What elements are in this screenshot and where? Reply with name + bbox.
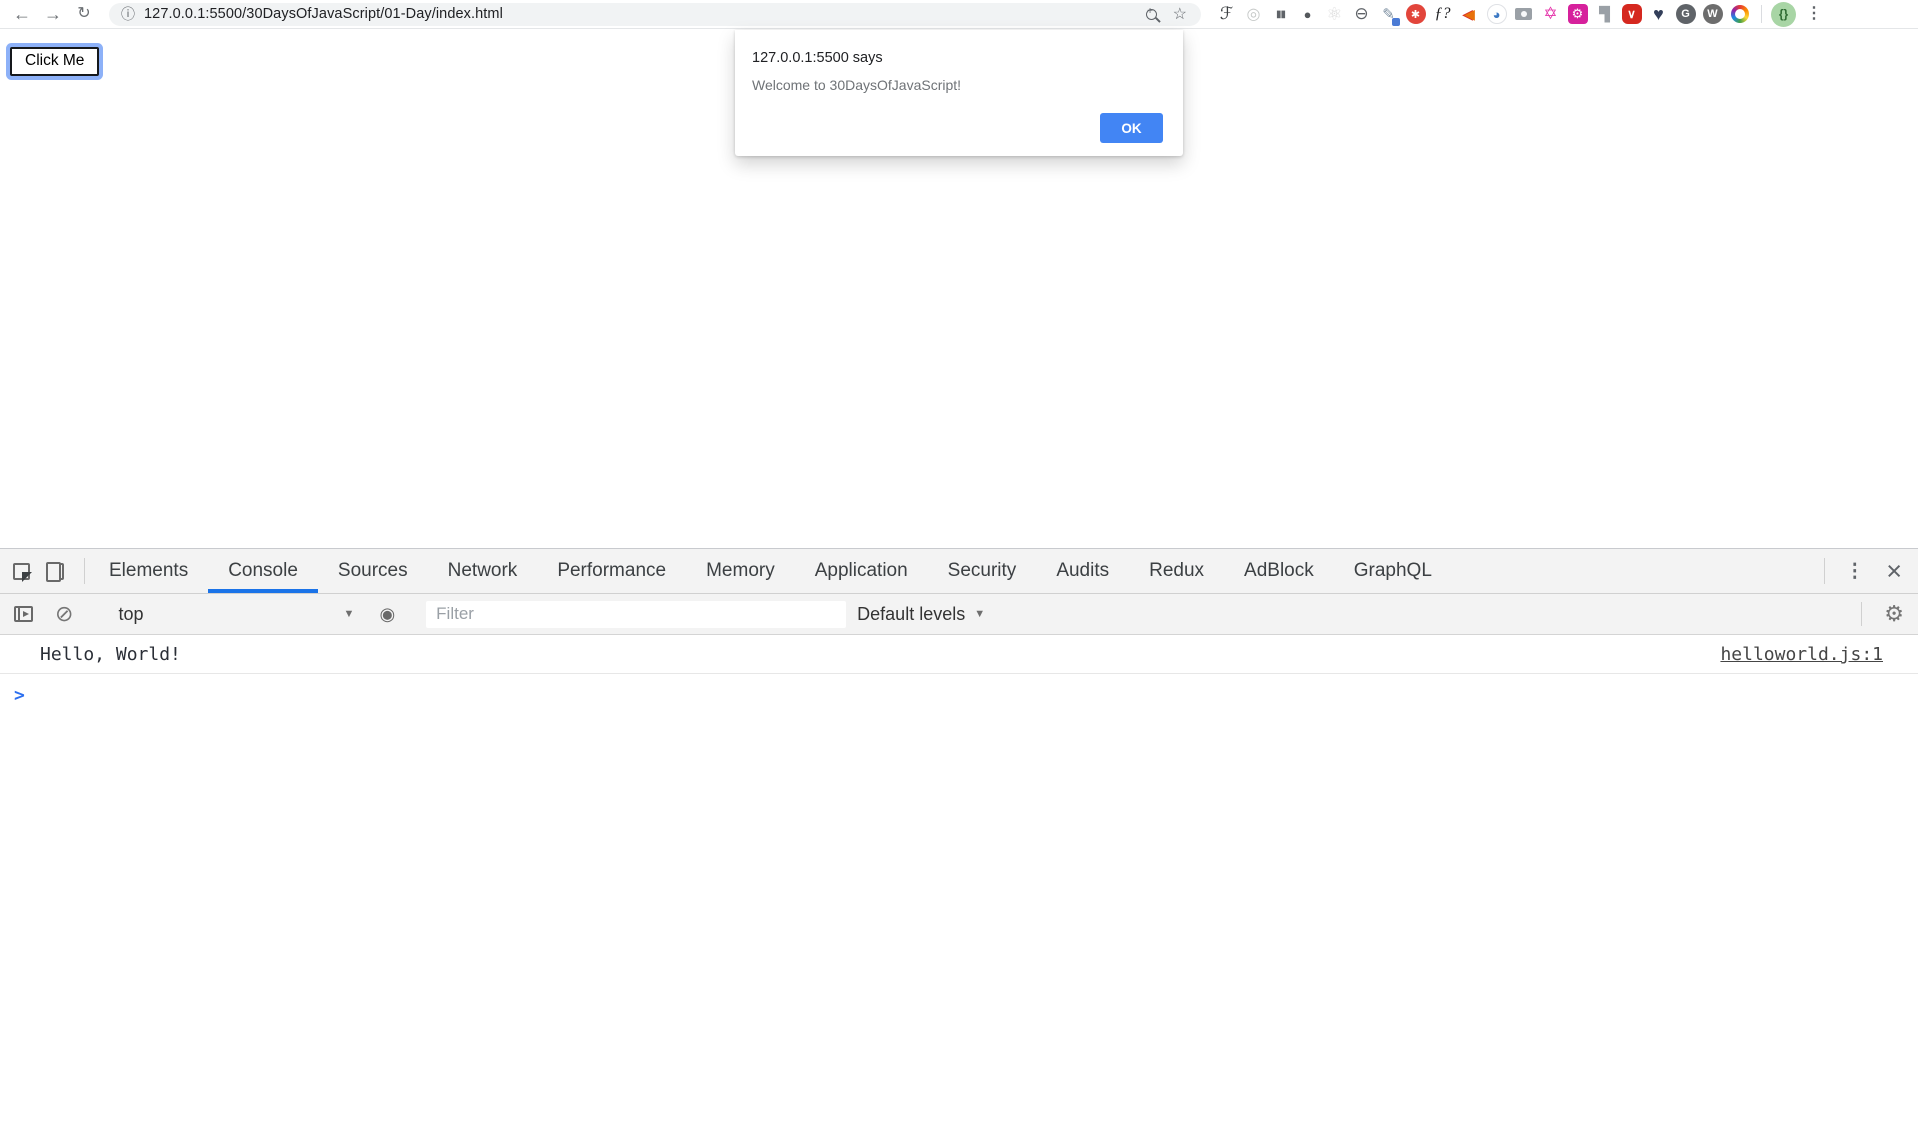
context-selector[interactable]: top ▼ xyxy=(112,604,360,625)
tab-sources[interactable]: Sources xyxy=(318,549,428,593)
context-selector-value: top xyxy=(118,604,143,625)
circled-minus-extension-icon[interactable]: ⊖ xyxy=(1348,1,1375,27)
chevron-down-icon: ▼ xyxy=(344,608,355,620)
camera-extension-icon[interactable] xyxy=(1510,1,1537,27)
tab-memory[interactable]: Memory xyxy=(686,549,795,593)
tabbar-right-divider xyxy=(1824,558,1825,584)
console-source-link[interactable]: helloworld.js:1 xyxy=(1720,644,1883,665)
extensions-row: ℱ ◎ ▮▮ ● ⚛ ⊖ ✎ ✱ ƒ? ◀ ◕ ✡ ⚙ ▜ ∨ ♥ G W xyxy=(1213,1,1753,27)
alert-dialog: 127.0.0.1:5500 says Welcome to 30DaysOfJ… xyxy=(735,30,1183,156)
bookmark-circle-extension-icon[interactable]: ∨ xyxy=(1618,1,1645,27)
log-levels-label: Default levels xyxy=(857,604,965,625)
tab-application[interactable]: Application xyxy=(795,549,928,593)
alert-ok-button[interactable]: OK xyxy=(1100,113,1163,143)
devtools-menu-icon[interactable]: ⋮ xyxy=(1845,560,1864,583)
zoom-indicator-icon[interactable] xyxy=(1146,9,1157,20)
inspect-element-icon[interactable] xyxy=(13,563,30,580)
tab-security[interactable]: Security xyxy=(928,549,1037,593)
tab-elements[interactable]: Elements xyxy=(89,549,208,593)
eyedropper-extension-icon[interactable]: ✎ xyxy=(1375,1,1402,27)
gear-square-extension-icon[interactable]: ⚙ xyxy=(1564,1,1591,27)
forward-icon[interactable]: → xyxy=(41,5,65,23)
console-log-text: Hello, World! xyxy=(40,644,181,665)
prompt-chevron-icon: > xyxy=(14,685,25,706)
address-bar[interactable]: ⓘ 127.0.0.1:5500/30DaysOfJavaScript/01-D… xyxy=(109,3,1201,26)
alert-title: 127.0.0.1:5500 says xyxy=(752,50,1163,66)
graphql-extension-icon[interactable]: ✡ xyxy=(1537,1,1564,27)
tab-network[interactable]: Network xyxy=(428,549,538,593)
console-sidebar-icon[interactable] xyxy=(14,606,33,622)
tab-console[interactable]: Console xyxy=(208,549,318,593)
math-script-f-extension-icon[interactable]: ℱ xyxy=(1213,1,1240,27)
stop-hand-extension-icon[interactable]: ✱ xyxy=(1402,1,1429,27)
tabbar-divider xyxy=(84,558,85,584)
device-toolbar-icon[interactable] xyxy=(52,563,64,580)
site-info-icon[interactable]: ⓘ xyxy=(121,4,135,24)
atom-extension-icon[interactable]: ⚛ xyxy=(1321,1,1348,27)
clear-console-icon[interactable]: ⊘ xyxy=(55,603,73,625)
bug-extension-icon[interactable]: ● xyxy=(1294,1,1321,27)
tab-adblock[interactable]: AdBlock xyxy=(1224,549,1334,593)
alert-message: Welcome to 30DaysOfJavaScript! xyxy=(752,77,1163,93)
click-me-button[interactable]: Click Me xyxy=(10,47,99,76)
console-toolbar: ⊘ top ▼ ◉ Default levels ▼ ⚙ xyxy=(0,594,1918,635)
megaphone-extension-icon[interactable]: ◀ xyxy=(1456,1,1483,27)
console-prompt[interactable]: > xyxy=(0,674,1918,706)
tab-audits[interactable]: Audits xyxy=(1036,549,1129,593)
devtools-tab-bar: Elements Console Sources Network Perform… xyxy=(0,549,1918,594)
reload-icon[interactable]: ↻ xyxy=(72,6,96,22)
heart-search-extension-icon[interactable]: ♥ xyxy=(1645,1,1672,27)
devtools-panel: Elements Console Sources Network Perform… xyxy=(0,548,1918,1146)
g-circle-extension-icon[interactable]: G xyxy=(1672,1,1699,27)
swirl-extension-icon[interactable]: ◕ xyxy=(1483,1,1510,27)
bookmark-star-icon[interactable]: ☆ xyxy=(1173,4,1187,24)
back-icon[interactable]: ← xyxy=(10,5,34,23)
w-circle-extension-icon[interactable]: W xyxy=(1699,1,1726,27)
profile-avatar[interactable]: {} xyxy=(1771,2,1796,27)
columns-extension-icon[interactable]: ▮▮ xyxy=(1267,1,1294,27)
tab-performance[interactable]: Performance xyxy=(537,549,686,593)
devtools-tabs: Elements Console Sources Network Perform… xyxy=(89,549,1452,593)
live-expression-eye-icon[interactable]: ◉ xyxy=(379,604,395,625)
console-log-row: Hello, World! helloworld.js:1 xyxy=(0,635,1918,674)
devtools-close-icon[interactable]: × xyxy=(1886,558,1902,585)
target-extension-icon[interactable]: ◎ xyxy=(1240,1,1267,27)
tab-graphql[interactable]: GraphQL xyxy=(1334,549,1452,593)
tab-redux[interactable]: Redux xyxy=(1129,549,1224,593)
corner-arrow-extension-icon[interactable]: ▜ xyxy=(1591,1,1618,27)
browser-toolbar: ← → ↻ ⓘ 127.0.0.1:5500/30DaysOfJavaScrip… xyxy=(0,0,1918,29)
url-text[interactable]: 127.0.0.1:5500/30DaysOfJavaScript/01-Day… xyxy=(144,6,1146,22)
settings-gear-icon[interactable]: ⚙ xyxy=(1884,601,1904,627)
console-filter-input[interactable] xyxy=(426,601,846,628)
toolbar-divider xyxy=(1761,5,1762,23)
chevron-down-icon: ▼ xyxy=(974,608,985,620)
log-levels-dropdown[interactable]: Default levels ▼ xyxy=(857,604,985,625)
rainbow-ring-extension-icon[interactable] xyxy=(1726,1,1753,27)
math-function-extension-icon[interactable]: ƒ? xyxy=(1429,1,1456,27)
browser-menu-icon[interactable]: ⋮ xyxy=(1806,6,1822,22)
